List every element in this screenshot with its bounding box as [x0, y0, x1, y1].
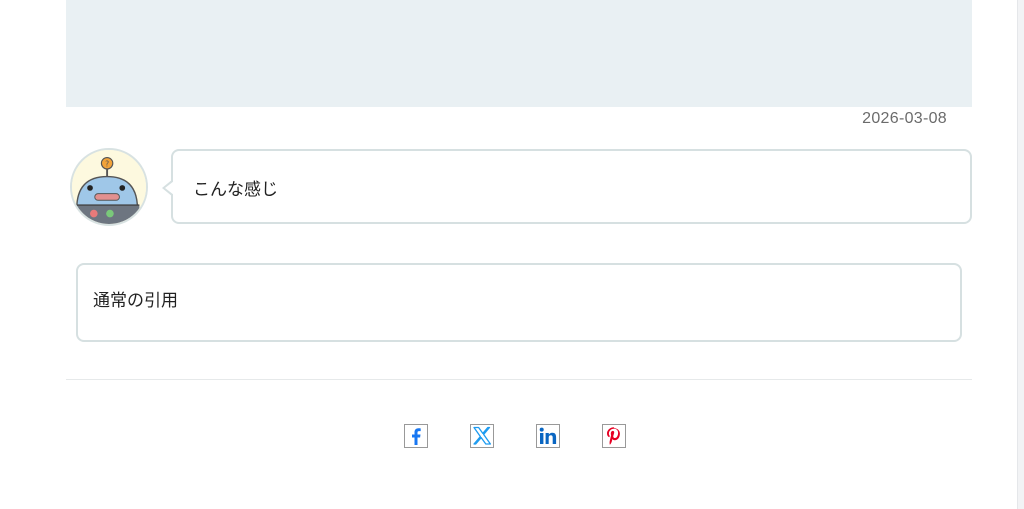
- share-facebook-button[interactable]: [404, 424, 428, 448]
- divider: [66, 379, 972, 380]
- avatar: ?: [70, 148, 148, 226]
- share-bar: [404, 424, 626, 450]
- robot-avatar-icon: ?: [72, 150, 146, 224]
- share-x-button[interactable]: [470, 424, 494, 448]
- facebook-icon: [404, 424, 428, 448]
- speech-bubble: こんな感じ: [162, 149, 972, 224]
- speech-balloon: ? こんな感じ: [70, 148, 972, 226]
- share-linkedin-button[interactable]: [536, 424, 560, 448]
- share-pinterest-button[interactable]: [602, 424, 626, 448]
- speech-bubble-text: こんな感じ: [193, 180, 278, 200]
- blockquote-text: 通常の引用: [93, 291, 178, 311]
- scrollbar[interactable]: [1017, 0, 1024, 509]
- page: 2026-03-08 ? こんな感じ 通常の引用: [0, 0, 1024, 509]
- linkedin-icon: [536, 424, 560, 448]
- x-icon: [470, 424, 494, 448]
- pinterest-icon: [602, 424, 626, 448]
- blockquote: 通常の引用: [76, 263, 962, 342]
- post-date: 2026-03-08: [862, 110, 947, 127]
- svg-text:?: ?: [105, 160, 109, 169]
- featured-image: [66, 0, 972, 107]
